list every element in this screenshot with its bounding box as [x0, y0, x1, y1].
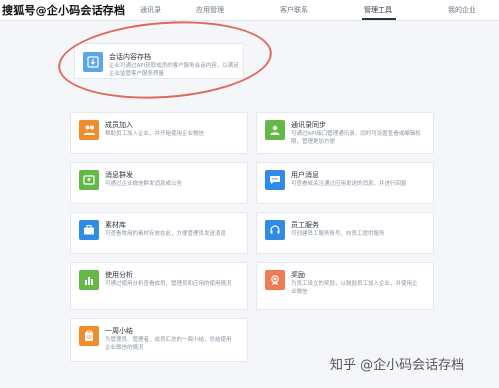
highlight-circle [55, 14, 275, 106]
card-title: 消息群发 [105, 171, 133, 179]
card-weekly-summary[interactable]: 一周小结 为管理员、管理者、成员汇总的一周小结，总结使用企业微信的情况 [70, 318, 248, 362]
active-tab-indicator [362, 18, 396, 20]
tab-my-enterprise[interactable]: 我的企业 [448, 5, 476, 15]
card-employee-service[interactable]: 员工服务 可创建员工服务账号，向员工提供服务 [256, 212, 434, 254]
card-description: 可查看常用的素材存放在此，方便管理员发送消息 [105, 231, 227, 237]
card-title: 用户消息 [291, 171, 319, 179]
card-title: 通讯录同步 [291, 121, 326, 129]
card-material-library[interactable]: 素材库 可查看常用的素材存放在此，方便管理员发送消息 [70, 212, 248, 254]
card-rewards[interactable]: 奖励 为员工设立的奖励，以鼓励员工加入企业，并使用企业微信 [256, 262, 434, 310]
people-icon [79, 120, 99, 140]
sync-icon [265, 120, 285, 140]
card-description: 可创建员工服务账号，向员工提供服务 [291, 231, 385, 237]
chart-icon [79, 270, 99, 290]
card-description: 帮助员工加入企业，并开始使用企业微信 [105, 131, 205, 137]
headset-icon [265, 220, 285, 240]
card-description: 可通过API接口管理通讯录，同时可设置查看或编辑权限，管理更加方便 [291, 131, 421, 145]
card-usage-analysis[interactable]: 使用分析 可通过使用分析查看成员、管理员和应用的使用情况 [70, 262, 248, 310]
watermark-top: 搜狐号@企小码会话存档 [2, 4, 126, 17]
card-title: 成员加入 [105, 121, 133, 129]
card-contacts-sync[interactable]: 通讯录同步 可通过API接口管理通讯录，同时可设置查看或编辑权限，管理更加方便 [256, 112, 434, 154]
chat-icon [265, 170, 285, 190]
card-description: 可通过使用分析查看成员、管理员和应用的使用情况 [105, 281, 232, 287]
card-title: 使用分析 [105, 271, 133, 279]
card-title: 素材库 [105, 221, 126, 229]
tab-customer-contact[interactable]: 客户联系 [280, 5, 308, 15]
broadcast-icon [79, 170, 99, 190]
medal-icon [265, 270, 285, 290]
card-user-messages[interactable]: 用户消息 可查看或关注通过应用发送的消息，并进行回复 [256, 162, 434, 204]
card-member-join[interactable]: 成员加入 帮助员工加入企业，并开始使用企业微信 [70, 112, 248, 154]
card-title: 一周小结 [105, 327, 133, 335]
briefcase-icon [79, 220, 99, 240]
card-mass-message[interactable]: 消息群发 可通过企业微信群发消息或公告 [70, 162, 248, 204]
tab-contacts[interactable]: 通讯录 [140, 5, 161, 15]
card-description: 为管理员、管理者、成员汇总的一周小结，总结使用企业微信的情况 [105, 337, 232, 351]
tab-management-tools[interactable]: 管理工具 [364, 5, 392, 15]
card-description: 可查看或关注通过应用发送的消息，并进行回复 [291, 181, 407, 187]
card-description: 可通过企业微信群发消息或公告 [105, 181, 183, 187]
tab-app-management[interactable]: 应用管理 [196, 5, 224, 15]
watermark-bottom: 知乎 @企小码会话存档 [330, 358, 465, 373]
card-title: 员工服务 [291, 221, 319, 229]
card-title: 奖励 [291, 271, 305, 279]
card-description: 为员工设立的奖励，以鼓励员工加入企业，并使用企业微信 [291, 281, 418, 295]
clipboard-icon [79, 326, 99, 346]
